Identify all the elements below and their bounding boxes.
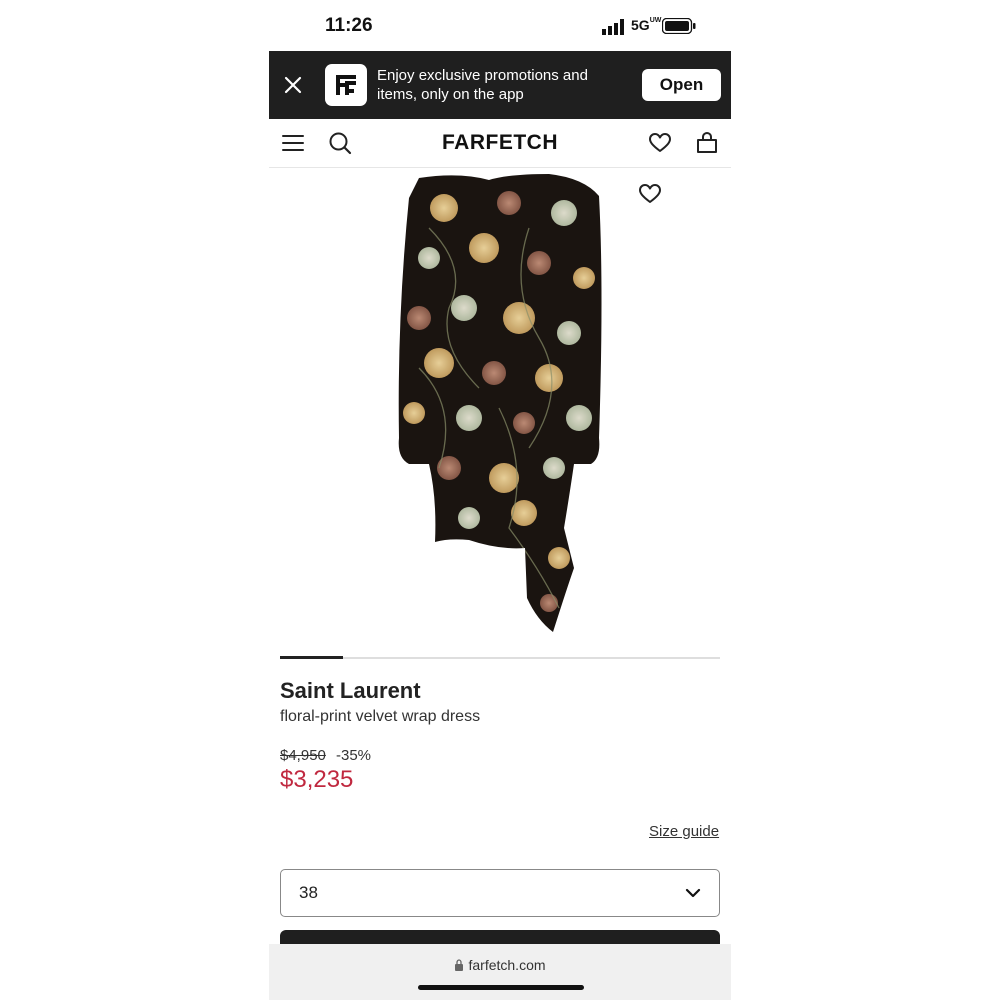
signal-icon bbox=[602, 19, 624, 35]
site-header: FARFETCH bbox=[269, 119, 731, 168]
discount-badge: -35% bbox=[336, 747, 372, 764]
heart-icon[interactable] bbox=[648, 131, 672, 155]
home-indicator[interactable] bbox=[418, 985, 584, 990]
size-select[interactable]: 38 bbox=[280, 869, 720, 917]
selected-size: 38 bbox=[299, 883, 318, 902]
lock-icon bbox=[455, 959, 464, 971]
product-image[interactable] bbox=[269, 168, 731, 648]
product-description: floral-print velvet wrap dress bbox=[280, 708, 481, 725]
network-label: 5GUW bbox=[631, 17, 662, 33]
app-promo-banner: Enjoy exclusive promotions and items, on… bbox=[269, 51, 731, 119]
size-guide-link[interactable]: Size guide bbox=[649, 823, 719, 840]
close-icon[interactable] bbox=[281, 73, 305, 97]
open-app-button[interactable]: Open bbox=[642, 69, 721, 101]
wishlist-heart-icon[interactable] bbox=[638, 182, 662, 206]
status-bar: 11:26 5GUW bbox=[269, 0, 731, 50]
product-brand[interactable]: Saint Laurent bbox=[280, 678, 421, 704]
bag-icon[interactable] bbox=[695, 131, 719, 155]
original-price: $4,950 bbox=[280, 747, 326, 764]
farfetch-app-logo bbox=[325, 64, 367, 106]
url-display[interactable]: farfetch.com bbox=[269, 957, 731, 973]
dress-image bbox=[398, 174, 602, 632]
sale-price: $3,235 bbox=[280, 766, 354, 793]
phone-screen: 11:26 5GUW Enjoy exclusive promotions an… bbox=[269, 0, 731, 1000]
carousel-active-segment bbox=[280, 656, 343, 659]
browser-url-bar[interactable]: farfetch.com bbox=[269, 944, 731, 1000]
chevron-down-icon bbox=[685, 888, 701, 898]
banner-text: Enjoy exclusive promotions and items, on… bbox=[377, 67, 588, 103]
image-carousel-indicator bbox=[280, 656, 720, 659]
status-time: 11:26 bbox=[325, 15, 373, 36]
battery-icon bbox=[662, 18, 696, 34]
